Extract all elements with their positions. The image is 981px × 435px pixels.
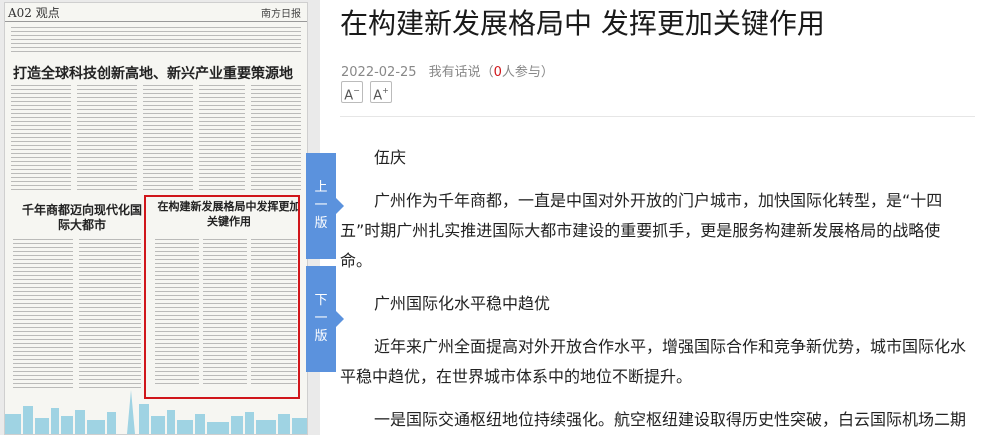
next-page-button[interactable]: 下一版 [306, 266, 344, 372]
article-date: 2022-02-25 [341, 65, 417, 80]
nav-label-char: 版 [314, 329, 328, 344]
comment-suffix: 人参与） [501, 65, 554, 80]
newspaper-text-block [13, 239, 73, 389]
newspaper-text-block [11, 85, 71, 191]
font-increase-label: A [373, 88, 383, 104]
current-article-highlight[interactable] [144, 195, 300, 399]
font-decrease-button[interactable]: A− [341, 81, 363, 103]
newspaper-text-block [79, 239, 141, 389]
nav-label-char: 上 [314, 180, 328, 195]
nav-label-char: 版 [314, 216, 328, 231]
newspaper-headline: 打造全球科技创新高地、新兴产业重要策源地 [13, 66, 293, 82]
newspaper-text-block [11, 27, 301, 55]
nav-label-char: 下 [314, 293, 328, 308]
article-section-heading: 广州国际化水平稳中趋优 [374, 294, 551, 313]
newspaper-text-block [199, 85, 245, 191]
previous-page-button[interactable]: 上一版 [306, 153, 344, 259]
font-increase-button[interactable]: A+ [370, 81, 392, 103]
font-decrease-label: A [344, 88, 354, 104]
plus-icon: + [382, 86, 389, 95]
newspaper-header: A02 观点 南方日报 [5, 3, 307, 22]
nav-label-char: 一 [314, 311, 328, 326]
article-title: 在构建新发展格局中 发挥更加关键作用 [340, 7, 825, 40]
comment-count: 0 [493, 65, 502, 80]
newspaper-text-block [251, 85, 301, 191]
article-paragraph: 广州作为千年商都，一直是中国对外开放的门户城市，加快国际化转型，是“十四五”时期… [340, 191, 943, 270]
article-author: 伍庆 [374, 148, 407, 167]
article-paragraph: 一是国际交通枢纽地位持续强化。航空枢纽建设取得历史性突破，白云国际机场二期 [374, 410, 967, 429]
article-body: 伍庆 广州作为千年商都，一直是中国对外开放的门户城市，加快国际化转型，是“十四五… [340, 143, 970, 435]
newspaper-text-block [77, 85, 137, 191]
header-divider [340, 116, 975, 117]
comment-prefix: 我有话说（ [428, 65, 494, 80]
nav-label-char: 一 [314, 198, 328, 213]
article-paragraph: 近年来广州全面提高对外开放合作水平，增强国际合作和竞争新优势，城市国际化水平稳中… [340, 337, 967, 386]
newspaper-masthead: 南方日报 [261, 9, 301, 20]
article-meta: 2022-02-25 我有话说（0人参与） [341, 61, 554, 80]
minus-icon: − [353, 86, 360, 95]
newspaper-panel: A02 观点 南方日报 打造全球科技创新高地、新兴产业重要策源地 千年商都迈向现… [0, 0, 320, 435]
newspaper-page-image: A02 观点 南方日报 打造全球科技创新高地、新兴产业重要策源地 千年商都迈向现… [4, 2, 308, 435]
newspaper-page-number: A02 [8, 6, 32, 20]
newspaper-text-block [143, 85, 193, 191]
newspaper-section: 观点 [35, 6, 60, 20]
comment-link[interactable]: 我有话说（0人参与） [429, 65, 554, 80]
newspaper-subheadline-left: 千年商都迈向现代化国际大都市 [21, 203, 142, 232]
